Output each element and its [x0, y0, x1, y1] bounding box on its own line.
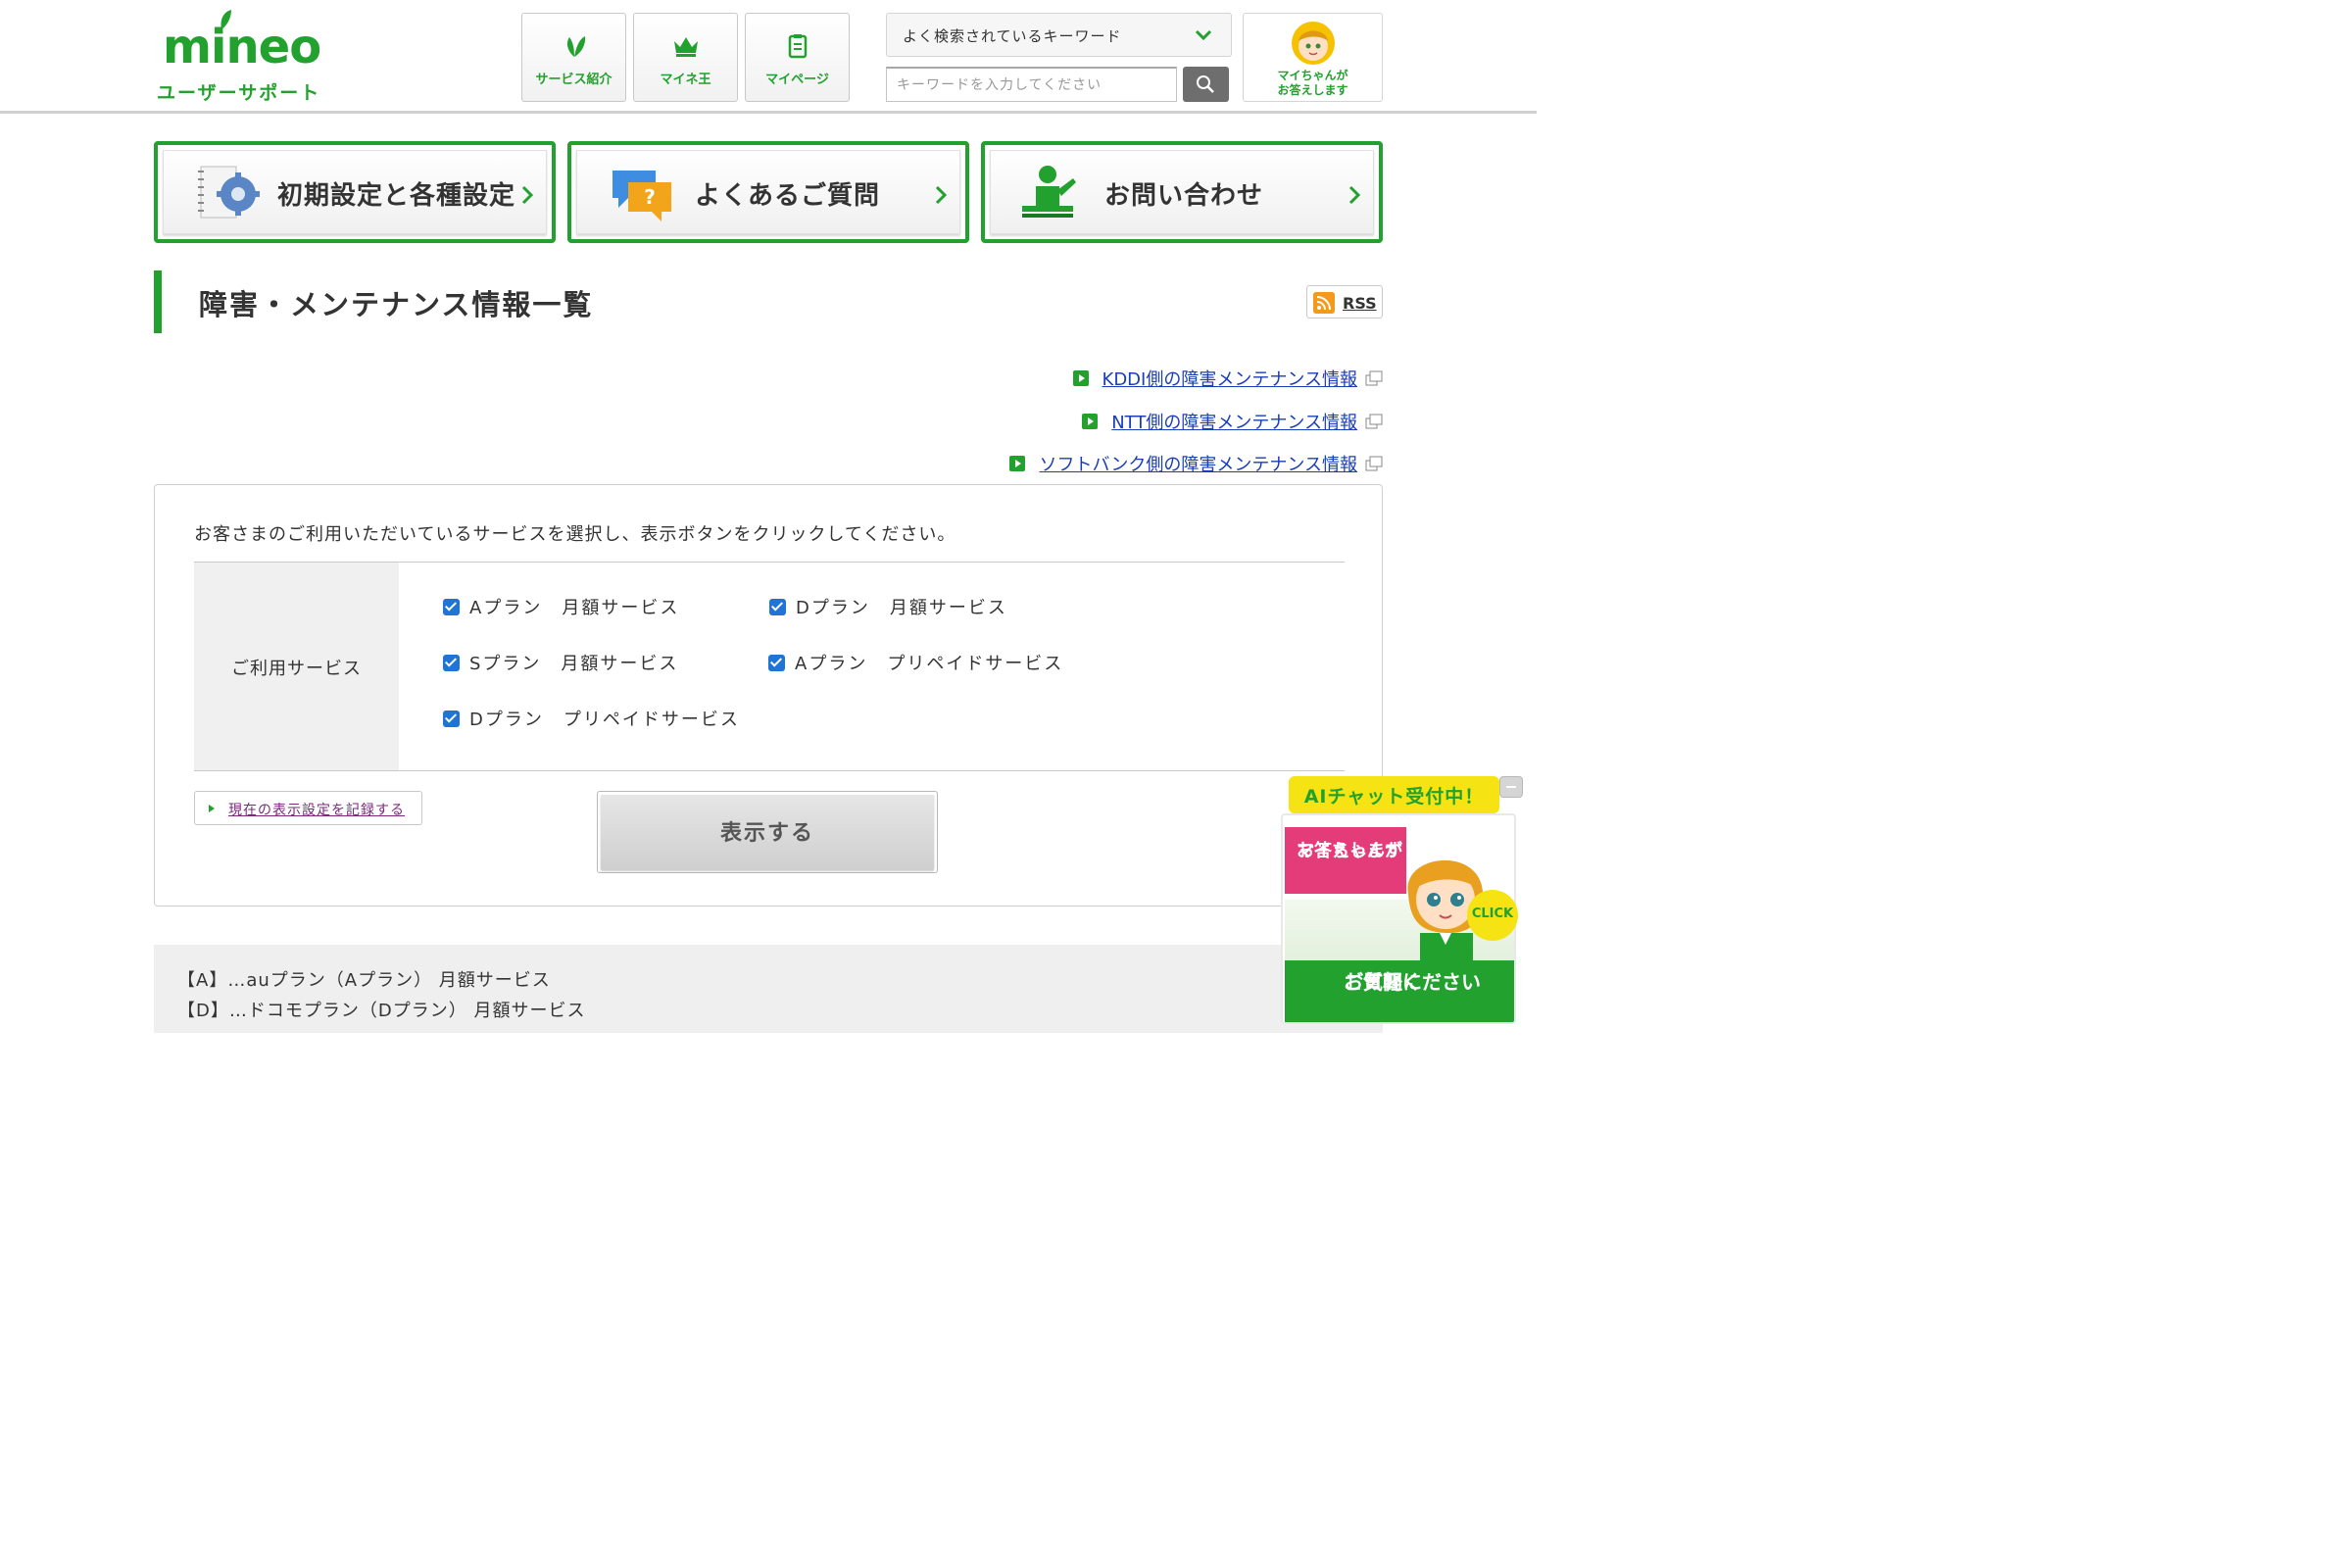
- legend-line: 【D】…ドコモプラン（Dプラン） 月額サービス: [177, 1001, 586, 1021]
- service-label: Dプラン 月額サービス: [796, 598, 1007, 618]
- checkbox-checked[interactable]: [769, 598, 786, 615]
- question-bubble-icon: ?: [612, 171, 671, 221]
- service-table: ご利用サービス Aプラン 月額サービス Dプラン 月額サービス Sプラン 月額サ…: [194, 562, 1345, 771]
- nav-label: マイページ: [765, 73, 829, 87]
- service-header-label: ご利用サービス: [231, 659, 362, 679]
- gear-notebook-icon: [198, 166, 260, 219]
- bignav-faq[interactable]: ? よくあるご質問: [567, 141, 969, 243]
- bignav-label: よくあるご質問: [695, 181, 881, 211]
- bignav-inner: 初期設定と各種設定: [163, 150, 547, 234]
- new-window-icon: [1365, 370, 1383, 386]
- logo-subtitle: ユーザーサポート: [157, 82, 321, 104]
- page-title: 障害・メンテナンス情報一覧: [199, 288, 594, 321]
- ai-green-line2: ご質問ください: [1344, 970, 1481, 994]
- bignav-inner: お問い合わせ: [990, 150, 1374, 234]
- mai-label-line2: お答えします: [1277, 83, 1348, 97]
- click-badge[interactable]: CLICK: [1467, 890, 1518, 941]
- bignav-label: お問い合わせ: [1104, 181, 1264, 211]
- search-input[interactable]: [886, 67, 1177, 102]
- service-checkbox-s-monthly[interactable]: Sプラン 月額サービス: [443, 650, 678, 675]
- nav-label: マイネ王: [660, 73, 711, 87]
- instruction-text: お客さまのご利用いただいているサービスを選択し、表示ボタンをクリックしてください…: [194, 524, 956, 545]
- logo-wordmark: mineo: [163, 20, 321, 74]
- clipboard-icon: [788, 34, 807, 59]
- service-checkbox-a-prepaid[interactable]: Aプラン プリペイドサービス: [768, 650, 1063, 675]
- save-settings-link[interactable]: 現在の表示設定を記録する: [194, 791, 422, 825]
- legend-line: 【A】…auプラン（Aプラン） 月額サービス: [177, 970, 551, 991]
- nav-mypage[interactable]: マイページ: [745, 13, 850, 102]
- show-button[interactable]: 表示する: [597, 791, 938, 873]
- title-accent-bar: [154, 270, 162, 333]
- search-icon: [1197, 75, 1214, 93]
- mai-chan-label: マイちゃんが お答えします: [1244, 69, 1382, 98]
- chevron-down-icon: [1195, 29, 1212, 41]
- service-label: Dプラン プリペイドサービス: [469, 710, 740, 730]
- show-button-label: 表示する: [719, 820, 814, 845]
- ai-pink-line2: お答えします: [1297, 841, 1402, 861]
- service-checkbox-a-monthly[interactable]: Aプラン 月額サービス: [443, 594, 679, 619]
- legend-box: 【A】…auプラン（Aプラン） 月額サービス 【D】…ドコモプラン（Dプラン） …: [154, 945, 1383, 1033]
- bignav-settings[interactable]: 初期設定と各種設定: [154, 141, 556, 243]
- service-checkbox-d-monthly[interactable]: Dプラン 月額サービス: [769, 594, 1007, 619]
- arrow-box-icon: [1082, 414, 1099, 429]
- bignav-label: 初期設定と各種設定: [277, 181, 516, 211]
- service-label: Sプラン 月額サービス: [469, 654, 679, 674]
- service-label: Aプラン プリペイドサービス: [795, 654, 1064, 674]
- support-person-icon: [1022, 166, 1076, 218]
- kddi-maintenance-link[interactable]: KDDI側の障害メンテナンス情報: [1072, 366, 1383, 391]
- keyword-select-label: よく検索されているキーワード: [903, 27, 1122, 45]
- rss-icon: [1313, 292, 1335, 314]
- keyword-select[interactable]: よく検索されているキーワード: [886, 13, 1232, 57]
- checkbox-checked[interactable]: [443, 598, 460, 615]
- link-text: KDDI側の障害メンテナンス情報: [1102, 369, 1357, 390]
- crown-icon: [673, 37, 698, 57]
- bignav-contact[interactable]: お問い合わせ: [981, 141, 1383, 243]
- link-text: NTT側の障害メンテナンス情報: [1111, 413, 1357, 433]
- save-settings-label: 現在の表示設定を記録する: [228, 803, 405, 818]
- ai-chat-pink-label: マイちゃんが お答えします: [1285, 827, 1406, 894]
- mai-chan-avatar-icon: [1292, 22, 1335, 65]
- checkbox-checked[interactable]: [443, 654, 460, 671]
- softbank-maintenance-link[interactable]: ソフトバンク側の障害メンテナンス情報: [1009, 451, 1383, 476]
- chevron-right-icon: [935, 185, 948, 205]
- service-header-cell: ご利用サービス: [194, 563, 399, 770]
- link-text: ソフトバンク側の障害メンテナンス情報: [1039, 455, 1357, 475]
- nav-label: サービス紹介: [535, 73, 612, 87]
- arrow-box-icon: [1009, 456, 1026, 471]
- bignav-inner: ? よくあるご質問: [576, 150, 960, 234]
- triangle-icon: [209, 805, 215, 812]
- ai-chat-banner-label: AIチャット受付中！: [1303, 786, 1485, 808]
- service-filter-panel: お客さまのご利用いただいているサービスを選択し、表示ボタンをクリックしてください…: [154, 484, 1383, 906]
- search-button[interactable]: [1183, 67, 1229, 102]
- chevron-right-icon: [521, 185, 534, 205]
- service-checkbox-d-prepaid[interactable]: Dプラン プリペイドサービス: [443, 706, 740, 731]
- rss-button[interactable]: RSS: [1306, 285, 1383, 318]
- svg-text:?: ?: [644, 185, 656, 209]
- nav-service-intro[interactable]: サービス紹介: [521, 13, 626, 102]
- ai-chat-widget[interactable]: AIチャット受付中！ マイちゃんが お答えします お気軽に ご質問ください CLIC…: [1279, 774, 1524, 1024]
- ai-chat-green-label: お気軽に ご質問ください: [1285, 960, 1514, 1022]
- chevron-right-icon: [1348, 185, 1361, 205]
- mineo-logo[interactable]: mineo ユーザーサポート: [157, 4, 353, 104]
- ntt-maintenance-link[interactable]: NTT側の障害メンテナンス情報: [1082, 409, 1383, 434]
- mai-label-line1: マイちゃんが: [1277, 69, 1348, 82]
- leaf-icon: [566, 36, 585, 57]
- site-header: mineo ユーザーサポート サービス紹介 マイネ王 マイページ よく検索されて…: [0, 0, 1537, 114]
- new-window-icon: [1365, 414, 1383, 429]
- new-window-icon: [1365, 456, 1383, 471]
- arrow-box-icon: [1072, 370, 1089, 386]
- click-badge-label: CLICK: [1471, 906, 1514, 921]
- minimize-icon[interactable]: [1499, 776, 1523, 798]
- rss-label: RSS: [1343, 294, 1377, 313]
- ai-chat-banner[interactable]: AIチャット受付中！: [1289, 776, 1499, 813]
- checkbox-checked[interactable]: [768, 654, 785, 671]
- mai-chan-button[interactable]: マイちゃんが お答えします: [1243, 13, 1383, 102]
- checkbox-checked[interactable]: [443, 710, 460, 727]
- nav-maineo[interactable]: マイネ王: [633, 13, 738, 102]
- service-label: Aプラン 月額サービス: [469, 598, 680, 618]
